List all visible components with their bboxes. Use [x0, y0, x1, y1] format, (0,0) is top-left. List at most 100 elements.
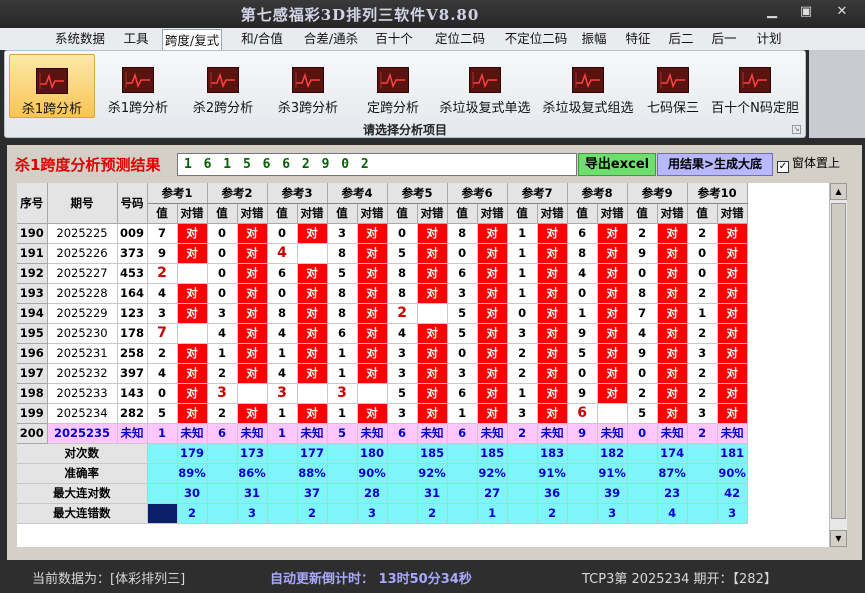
ribbon-button-1[interactable]: 杀1跨分析: [96, 54, 180, 118]
ribbon-button-0[interactable]: 杀1跨分析: [9, 54, 95, 118]
minimize-icon[interactable]: ▁: [760, 3, 784, 21]
stat-value: 174: [657, 443, 688, 464]
ref-check: 对: [177, 223, 208, 244]
stat-spacer: [627, 443, 658, 464]
ref-check: [417, 303, 448, 324]
close-icon[interactable]: ✕: [830, 3, 854, 21]
predict-unknown: 未知: [477, 423, 508, 444]
ref-check: 对: [297, 403, 328, 424]
ref-check: 对: [657, 343, 688, 364]
ref-check: 对: [537, 343, 568, 364]
ribbon-button-5[interactable]: 杀垃圾复式单选: [435, 54, 535, 118]
value-subheader: 值: [387, 203, 418, 224]
menu-item-1[interactable]: 工具: [118, 28, 154, 50]
menu-item-11[interactable]: 后一: [708, 28, 740, 50]
ref-value: 4: [267, 323, 298, 344]
ref-value: 3: [507, 323, 538, 344]
ref-check: 对: [597, 363, 628, 384]
ref-check: 对: [237, 243, 268, 264]
stat-spacer: [207, 483, 238, 504]
stat-value: 90%: [717, 463, 748, 484]
ref-check: 对: [657, 283, 688, 304]
table-row[interactable]: 190 2025225 009 7 对 0 对 0 对 3 对 0 对 8 对 1 对 6 对 2 对 2 对: [17, 223, 748, 244]
ref-check: 对: [237, 303, 268, 324]
table-row[interactable]: 193 2025228 164 4 对 0 对 0 对 8 对 8 对 3 对 1 对 0 对 8 对 2 对: [17, 283, 748, 304]
menu-item-0[interactable]: 系统数据: [52, 28, 108, 50]
ref-check: 对: [717, 263, 748, 284]
ref-value: 1: [567, 303, 598, 324]
ribbon-button-6[interactable]: 杀垃圾复式组选: [535, 54, 641, 118]
ribbon-button-3[interactable]: 杀3跨分析: [266, 54, 350, 118]
stat-spacer: [687, 503, 718, 524]
ref-check: 对: [357, 343, 388, 364]
menu-item-3[interactable]: 和/合值: [238, 28, 286, 50]
ref-check: [177, 323, 208, 344]
stat-spacer: [207, 503, 238, 524]
analysis-grid[interactable]: 序号 期号 号码 参考1 参考2 参考3 参考4 参考5 参考6 参考7 参考8 参考9 参考10 值对错…: [17, 183, 829, 547]
ref-value: 8: [327, 303, 358, 324]
ref-value: 0: [567, 363, 598, 384]
ref-check: 对: [297, 263, 328, 284]
ref-value: 1: [207, 343, 238, 364]
ref-check: 对: [417, 263, 448, 284]
menu-item-6[interactable]: 定位二码: [430, 28, 490, 50]
stat-spacer: [687, 483, 718, 504]
ref-value: 8: [387, 263, 418, 284]
ref-value: 0: [627, 363, 658, 384]
table-row[interactable]: 194 2025229 123 3 对 3 对 8 对 8 对 2 5 对 0 对 1 对 7 对 1 对: [17, 303, 748, 324]
scroll-up-icon[interactable]: ▲: [830, 183, 847, 200]
scroll-thumb[interactable]: [831, 203, 846, 519]
row-period: 2025234: [47, 403, 118, 424]
menu-item-12[interactable]: 计划: [754, 28, 784, 50]
table-row[interactable]: 195 2025230 178 7 4 对 4 对 6 对 4 对 5 对 3 对 9 对 4 对 2 对: [17, 323, 748, 344]
row-period: 2025230: [47, 323, 118, 344]
ref-value: 8: [447, 223, 478, 244]
ribbon-button-8[interactable]: 百十个N码定胆: [705, 54, 805, 118]
ref-check: 对: [537, 323, 568, 344]
export-excel-button[interactable]: 导出excel: [578, 153, 656, 176]
row-number: 164: [117, 283, 148, 304]
ref-check: 对: [537, 223, 568, 244]
stat-value: 92%: [417, 463, 448, 484]
ref-value: 3: [687, 403, 718, 424]
stat-row: 对次数 179 173 177 180 185 185 183 182 174 181: [17, 443, 748, 464]
ref-check: 对: [717, 323, 748, 344]
menu-item-5[interactable]: 百十个: [373, 28, 415, 50]
table-row[interactable]: 191 2025226 373 9 对 0 对 4 8 对 5 对 0 对 1 对 8 对 9 对 0 对: [17, 243, 748, 264]
menu-item-10[interactable]: 后二: [666, 28, 696, 50]
ref-check: 对: [477, 363, 508, 384]
menu-item-2[interactable]: 跨度/复式: [162, 29, 222, 51]
table-row[interactable]: 192 2025227 453 2 0 对 6 对 5 对 8 对 6 对 1 对 4 对 0 对 0 对: [17, 263, 748, 284]
vertical-scrollbar[interactable]: ▲ ▼: [829, 183, 847, 547]
generate-base-button[interactable]: 用结果>生成大底: [657, 153, 773, 176]
scroll-down-icon[interactable]: ▼: [830, 530, 847, 547]
stat-spacer: [387, 443, 418, 464]
row-period: 2025227: [47, 263, 118, 284]
stat-value: 180: [357, 443, 388, 464]
ribbon-button-7[interactable]: 七码保三: [641, 54, 705, 118]
pin-window-checkbox[interactable]: ✓ 窗体置上: [777, 154, 840, 173]
menu-item-8[interactable]: 振幅: [578, 28, 610, 50]
ref-value: 6: [567, 223, 598, 244]
checkbox-icon[interactable]: ✓: [777, 161, 789, 173]
maximize-icon[interactable]: ▣: [794, 3, 818, 21]
result-digits-field[interactable]: 1 6 1 5 6 6 2 9 0 2: [177, 153, 577, 176]
ref-check: 对: [717, 363, 748, 384]
stat-spacer: [567, 483, 598, 504]
ref-value: 0: [147, 383, 178, 404]
menu-item-9[interactable]: 特征: [622, 28, 654, 50]
ribbon-button-4[interactable]: 定跨分析: [351, 54, 435, 118]
menu-item-4[interactable]: 合差/通杀: [300, 28, 362, 50]
stat-value: 36: [537, 483, 568, 504]
table-row[interactable]: 198 2025233 143 0 对 3 3 3 5 对 6 对 1 对 9 对 2 对 2 对: [17, 383, 748, 404]
stat-spacer: [507, 443, 538, 464]
prediction-row[interactable]: 200 2025235 未知 1 未知 6 未知 1 未知 5 未知 6 未知 6 未知 2 未知 9 未知 0 未知 2…: [17, 423, 748, 444]
table-row[interactable]: 199 2025234 282 5 对 2 对 1 对 1 对 3 对 1 对 3 对 6 5 对 3 对: [17, 403, 748, 424]
table-row[interactable]: 196 2025231 258 2 对 1 对 1 对 1 对 3 对 0 对 2 对 5 对 9 对 3 对: [17, 343, 748, 364]
ribbon-button-2[interactable]: 杀2跨分析: [181, 54, 265, 118]
expand-icon[interactable]: ↘: [792, 125, 801, 134]
ref-check: 对: [177, 403, 208, 424]
menu-item-7[interactable]: 不定位二码: [498, 28, 574, 50]
table-row[interactable]: 197 2025232 397 4 对 2 对 4 对 1 对 3 对 3 对 2 对 0 对 0 对 2 对: [17, 363, 748, 384]
stat-row: 最大连错数 2 3 2 3 2 1 2 3 4 3: [17, 503, 748, 524]
